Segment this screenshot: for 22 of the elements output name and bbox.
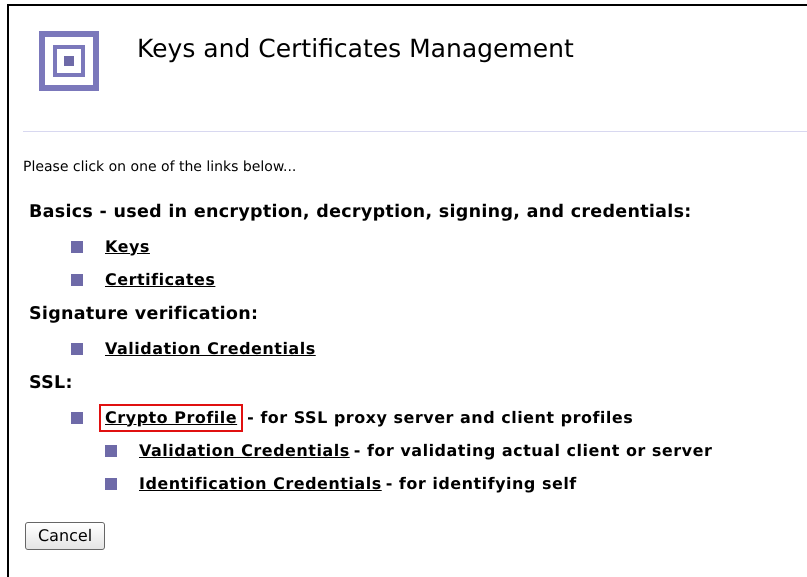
bullet-icon	[71, 274, 83, 286]
section-heading: SSL:	[29, 372, 74, 395]
logo-icon	[39, 31, 99, 91]
section-heading: Signature verification:	[29, 302, 260, 326]
section-heading: Basics - used in encryption, decryption, signing, and credentials:	[29, 200, 693, 224]
bullet-icon	[71, 412, 83, 424]
bullet-icon	[105, 444, 117, 456]
link[interactable]: Identification Credentials	[139, 474, 382, 494]
bullet-icon	[71, 342, 83, 354]
cancel-button[interactable]: Cancel	[25, 522, 106, 550]
link[interactable]: Crypto Profile	[105, 408, 238, 428]
link-description: - for validating actual client or server	[354, 440, 712, 462]
link-description: - for identifying self	[386, 472, 577, 494]
link-description: - for SSL proxy server and client profiles	[247, 406, 634, 428]
link[interactable]: Certificates	[105, 270, 216, 290]
page-title: Keys and Certificates Management	[137, 33, 574, 66]
bullet-icon	[105, 478, 117, 490]
bullet-icon	[71, 240, 83, 252]
link[interactable]: Validation Credentials	[139, 440, 350, 460]
link[interactable]: Validation Credentials	[105, 338, 316, 358]
link[interactable]: Keys	[105, 236, 150, 256]
intro-text: Please click on one of the links below...	[23, 158, 298, 177]
